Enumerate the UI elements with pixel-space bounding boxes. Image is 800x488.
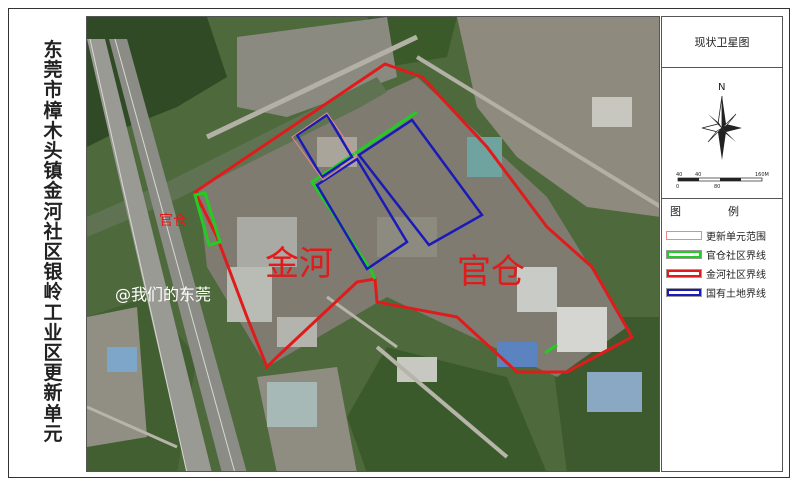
title-char: 区 (43, 342, 63, 365)
title-char: 镇 (43, 160, 63, 183)
legend-label: 金河社区界线 (706, 269, 766, 281)
legend-head-right: 例 (728, 205, 739, 218)
legend-item: 金河社区界线 (666, 265, 782, 281)
watermark-text: @我们的东莞 (115, 285, 211, 304)
title-char: 新 (43, 382, 63, 405)
title-char: 更 (43, 362, 63, 385)
title-char: 头 (43, 140, 63, 163)
title-char: 工 (43, 301, 63, 324)
title-char: 岭 (43, 281, 63, 304)
title-char: 东 (43, 39, 63, 61)
north-arrow-box: N 40 40 160M 0 80 (662, 68, 782, 199)
title-char: 市 (43, 79, 63, 102)
legend-item: 国有土地界线 (666, 284, 782, 300)
north-label: N (718, 82, 725, 93)
urban-area (87, 307, 147, 447)
vertical-title: 东莞市樟木头镇金河社区银岭工业区更新单元 (30, 40, 76, 460)
legend-panel: 现状卫星图 N 40 40 160M 0 80 图 例 更新单元范围 官仓社区界… (661, 16, 783, 472)
legend-item: 更新单元范围 (666, 227, 782, 243)
legend-label: 更新单元范围 (706, 231, 766, 243)
label-guancang: 官仓 (457, 252, 525, 292)
label-guancang-small: 官仓 (159, 213, 187, 229)
title-char: 樟 (43, 99, 63, 122)
title-char: 元 (43, 422, 63, 445)
title-char: 金 (43, 180, 63, 203)
legend-head-left: 图 (670, 205, 681, 218)
svg-text:40: 40 (695, 172, 701, 178)
compass-icon: N 40 40 160M 0 80 (676, 82, 769, 190)
legend-header: 图 例 (662, 203, 782, 223)
building-roof (267, 382, 317, 427)
title-char: 区 (43, 241, 63, 264)
legend-swatch (666, 230, 702, 240)
svg-text:160M: 160M (755, 172, 769, 178)
building-roof (587, 372, 642, 412)
building-roof (107, 347, 137, 372)
label-jinhe: 金河 (265, 244, 333, 284)
legend-label: 国有土地界线 (706, 288, 766, 300)
svg-text:40: 40 (676, 172, 682, 178)
title-char: 业 (43, 321, 63, 344)
building-roof (377, 217, 437, 257)
title-char: 河 (43, 200, 63, 223)
title-char: 社 (43, 220, 63, 243)
title-char: 莞 (43, 59, 63, 82)
title-char: 木 (43, 119, 63, 142)
title-char: 单 (43, 402, 63, 425)
panel-title: 现状卫星图 (662, 17, 782, 68)
building-roof (557, 307, 607, 352)
legend-swatch (666, 249, 702, 259)
legend-swatch (666, 268, 702, 278)
title-char: 银 (43, 261, 63, 284)
legend-label: 官仓社区界线 (706, 250, 766, 262)
svg-text:0: 0 (676, 184, 679, 190)
map-canvas: 金河 官仓 官仓 @我们的东莞 (87, 17, 659, 471)
legend-item: 官仓社区界线 (666, 246, 782, 262)
satellite-map[interactable]: 金河 官仓 官仓 @我们的东莞 (86, 16, 660, 472)
svg-text:80: 80 (714, 184, 720, 190)
legend-swatch (666, 287, 702, 297)
building-roof (497, 342, 537, 367)
building-roof (592, 97, 632, 127)
building-roof (277, 317, 317, 347)
